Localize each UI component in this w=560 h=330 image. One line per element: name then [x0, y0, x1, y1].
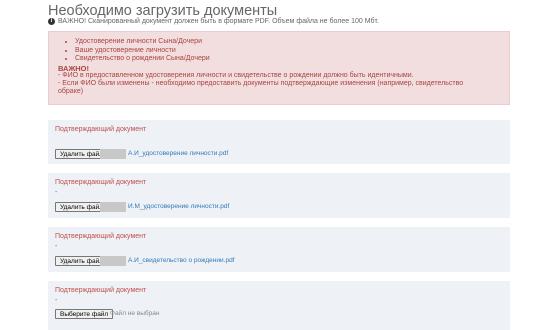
document-card-2: Подтверждающий документ - Удалить файл И…: [48, 173, 510, 218]
list-item: Удостоверение личности Сына/Дочери: [75, 38, 509, 47]
card-label: Подтверждающий документ: [55, 287, 147, 294]
card-label: Подтверждающий документ: [55, 179, 147, 186]
card-dash: -: [55, 189, 58, 196]
list-item: Ваше удостоверение личности: [75, 47, 509, 56]
file-link[interactable]: И.М_удостоверение личности.pdf: [128, 202, 229, 212]
no-file-text: Файл не выбран: [110, 310, 160, 317]
file-box: [100, 149, 126, 159]
pdf-notice-text: ВАЖНО! Сканированный документ должен быт…: [58, 18, 379, 25]
card-label: Подтверждающий документ: [55, 233, 147, 240]
info-icon: i: [48, 18, 55, 25]
file-link[interactable]: А.И_свидетельство о рождении.pdf: [128, 256, 235, 266]
card-label: Подтверждающий документ: [55, 126, 147, 133]
card-dash: -: [55, 297, 58, 304]
required-documents-list: Удостоверение личности Сына/Дочери Ваше …: [49, 38, 509, 64]
document-card-3: Подтверждающий документ - Удалить файл А…: [48, 227, 510, 272]
important-line-3: обраке): [58, 88, 84, 95]
page-title: Необходимо загрузить документы: [48, 3, 278, 19]
important-line-1: - ФИО в предоставленном удостоверения ли…: [58, 72, 414, 79]
requirements-alert: Удостоверение личности Сына/Дочери Ваше …: [48, 31, 510, 105]
document-card-1: Подтверждающий документ Удалить файл А.И…: [48, 120, 510, 164]
document-card-4: Подтверждающий документ - Выберите файл …: [48, 281, 510, 330]
pdf-notice: i ВАЖНО! Сканированный документ должен б…: [48, 18, 379, 25]
list-item: Свидетельство о рождении Сына/Дочери: [75, 55, 509, 64]
file-link[interactable]: А.И_удостоверение личности.pdf: [128, 149, 228, 159]
file-box: [100, 256, 126, 266]
important-line-2: - Если ФИО были изменены - необходимо пр…: [58, 80, 464, 87]
file-box: [100, 202, 126, 212]
choose-file-button[interactable]: Выберите файл: [55, 309, 114, 319]
card-dash: -: [55, 243, 58, 250]
